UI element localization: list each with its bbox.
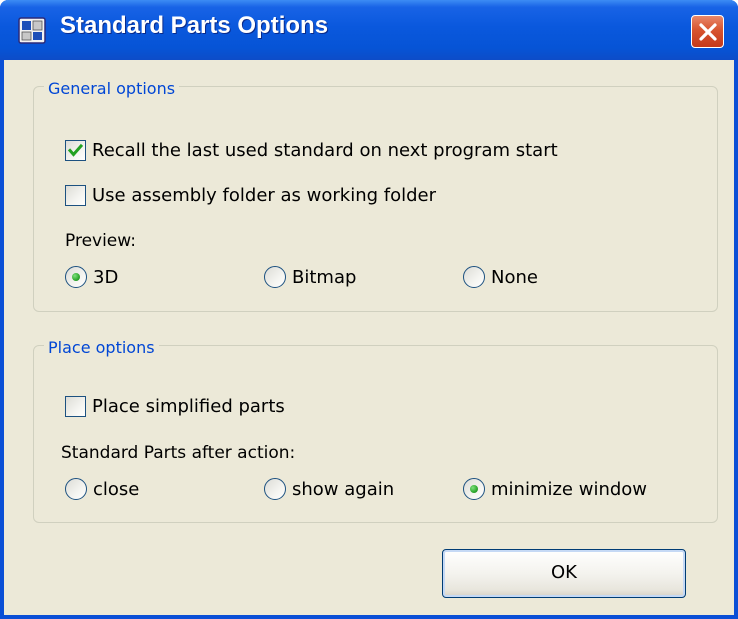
after-action-minimize-label[interactable]: minimize window [491,479,647,500]
title-bar[interactable]: Standard Parts Options [0,0,738,60]
general-options-legend: General options [44,79,180,98]
preview-none-radio[interactable] [463,266,485,288]
after-action-minimize-radio[interactable] [463,478,485,500]
after-action-show-again-radio[interactable] [264,478,286,500]
preview-3d-label[interactable]: 3D [93,267,118,288]
check-mark-icon [67,143,84,157]
preview-bitmap-radio[interactable] [264,266,286,288]
assembly-folder-checkbox[interactable] [65,185,86,206]
preview-none-label[interactable]: None [491,267,538,288]
assembly-folder-label[interactable]: Use assembly folder as working folder [92,185,436,206]
window-title: Standard Parts Options [60,12,329,39]
after-action-show-again-label[interactable]: show again [292,479,394,500]
after-action-close-radio[interactable] [65,478,87,500]
recall-standard-label[interactable]: Recall the last used standard on next pr… [92,140,558,161]
after-action-close-label[interactable]: close [93,479,139,500]
close-button[interactable] [691,15,724,48]
after-action-label: Standard Parts after action: [61,443,296,463]
place-simplified-checkbox[interactable] [65,396,86,417]
preview-3d-radio[interactable] [65,266,87,288]
dialog-window: Standard Parts Options General options R… [0,0,738,619]
close-icon [699,23,717,41]
preview-bitmap-label[interactable]: Bitmap [292,267,356,288]
recall-standard-checkbox[interactable] [65,140,86,161]
place-simplified-label[interactable]: Place simplified parts [92,396,285,417]
ok-button[interactable]: OK [442,549,686,598]
app-icon [18,17,46,44]
preview-label: Preview: [65,231,136,251]
radio-selected-dot [470,485,478,493]
place-options-legend: Place options [44,338,159,357]
radio-selected-dot [72,273,80,281]
